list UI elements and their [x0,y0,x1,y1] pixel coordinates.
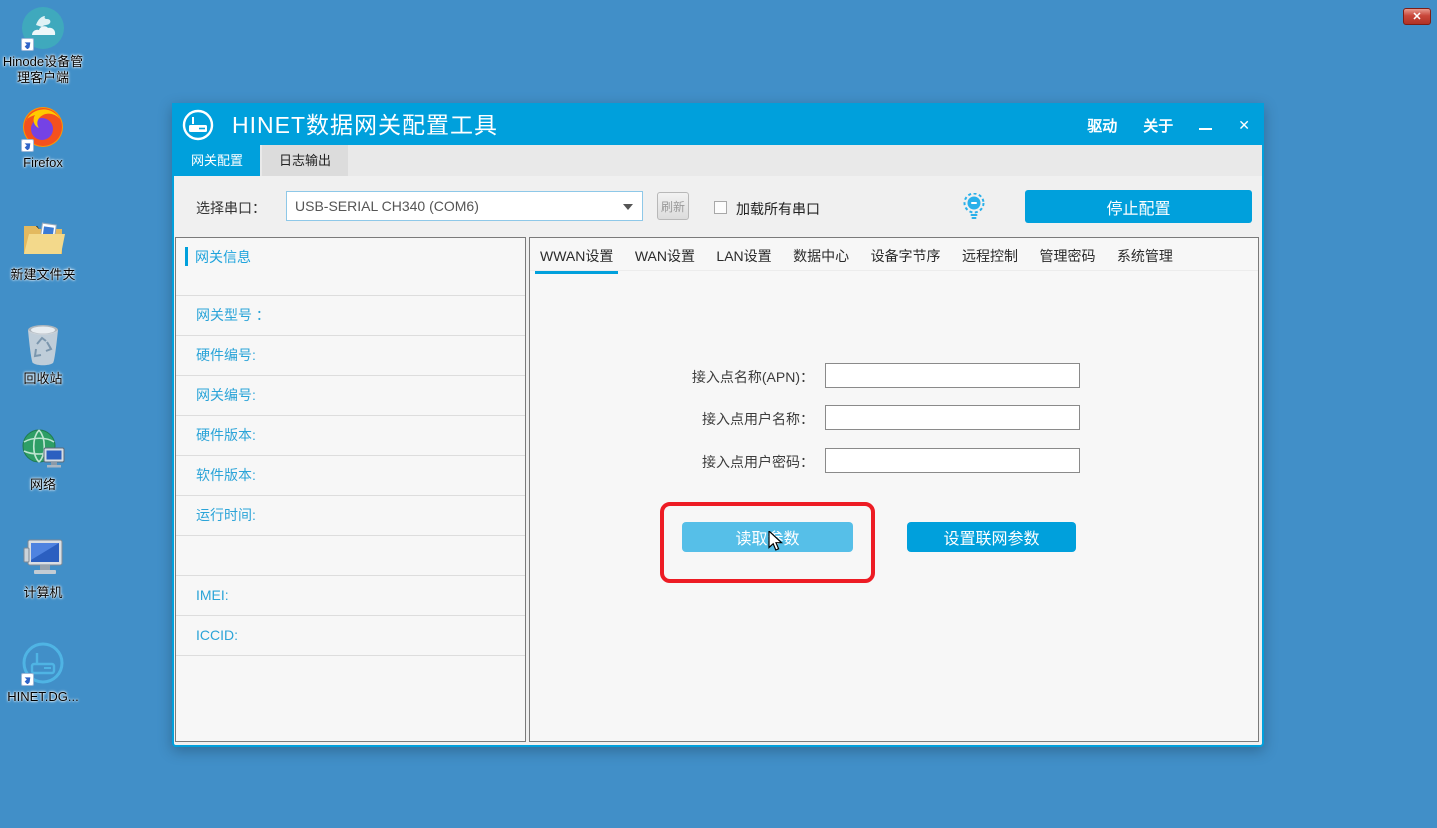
desktop-icon-new-folder[interactable]: 新建文件夹 [0,218,86,283]
info-row-hw-ver: 硬件版本: [176,415,525,455]
tab-data-center[interactable]: 数据中心 [788,244,854,274]
window-title: HINET数据网关配置工具 [232,105,498,145]
tab-wan[interactable]: WAN设置 [630,244,700,274]
desktop-icon-label: Hinode设备管理客户端 [0,54,86,86]
info-row-hw-no: 硬件编号: [176,335,525,375]
apn-password-input[interactable] [825,448,1080,473]
desktop-icon-network[interactable]: 网络 [0,428,86,493]
settings-tab-bar: WWAN设置 WAN设置 LAN设置 数据中心 设备字节序 远程控制 管理密码 … [530,238,1258,271]
desktop-icon-label: 计算机 [0,585,86,601]
info-row-sw-ver: 软件版本: [176,455,525,495]
tab-wwan[interactable]: WWAN设置 [535,244,618,274]
recycle-bin-icon [19,322,67,368]
set-network-params-button[interactable]: 设置联网参数 [907,522,1076,552]
desktop-icon-hinode-client[interactable]: Hinode设备管理客户端 [0,5,86,86]
app-window: HINET数据网关配置工具 驱动 关于 ✕ 网关配置 日志输出 选择串口： US… [172,103,1264,747]
info-row-iccid: ICCID: [176,615,525,655]
hinode-app-icon [19,5,67,51]
driver-menu[interactable]: 驱动 [1087,115,1117,136]
app-logo-icon [182,109,214,146]
info-row-gw-no: 网关编号: [176,375,525,415]
network-icon [19,428,67,474]
serial-port-label: 选择串口： [196,198,266,218]
chevron-down-icon [623,204,633,210]
titlebar: HINET数据网关配置工具 驱动 关于 ✕ [174,105,1262,145]
desktop-icon-firefox[interactable]: Firefox [0,106,86,171]
apn-username-label: 接入点用户名称： [702,409,814,429]
serial-port-select[interactable]: USB-SERIAL CH340 (COM6) [286,191,643,221]
tab-remote-control[interactable]: 远程控制 [957,244,1023,274]
computer-icon [19,536,67,582]
serial-port-value: USB-SERIAL CH340 (COM6) [295,192,479,220]
info-row-imei: IMEI: [176,575,525,615]
tab-system-management[interactable]: 系统管理 [1112,244,1178,274]
shortcut-arrow-icon [21,673,34,686]
info-row-empty [176,655,525,695]
hinet-router-icon [19,640,67,686]
desktop-icon-label: 网络 [0,477,86,493]
read-params-button[interactable]: 读取参数 [682,522,853,552]
desktop-icon-computer[interactable]: 计算机 [0,536,86,601]
desktop-icon-label: 回收站 [0,371,86,387]
apn-label: 接入点名称(APN)： [692,367,814,387]
section-marker [185,247,188,266]
hint-bulb-icon[interactable] [963,193,985,226]
apn-password-label: 接入点用户密码： [702,452,814,472]
tab-lan[interactable]: LAN设置 [711,244,776,274]
tab-log-output[interactable]: 日志输出 [262,145,348,176]
tab-admin-password[interactable]: 管理密码 [1034,244,1100,274]
info-row-uptime: 运行时间: [176,495,525,535]
desktop-icon-hinet-dg[interactable]: HINET.DG... [0,640,86,705]
info-panel-title: 网关信息 [195,247,251,267]
desktop-icon-label: 新建文件夹 [0,267,86,283]
desktop-icon-label: Firefox [0,155,86,171]
desktop-icon-label: HINET.DG... [0,689,86,705]
load-all-ports-checkbox[interactable] [714,201,727,214]
window-close-icon[interactable]: ✕ [1238,117,1250,134]
screen-close-button[interactable]: ✕ [1403,8,1431,25]
shortcut-arrow-icon [21,139,34,152]
settings-panel: WWAN设置 WAN设置 LAN设置 数据中心 设备字节序 远程控制 管理密码 … [529,237,1259,742]
stop-config-button[interactable]: 停止配置 [1025,190,1252,223]
about-menu[interactable]: 关于 [1143,115,1173,136]
apn-username-input[interactable] [825,405,1080,430]
desktop-icon-recycle-bin[interactable]: 回收站 [0,322,86,387]
info-row-spacer [176,535,525,575]
apn-input[interactable] [825,363,1080,388]
load-all-ports-label: 加载所有串口 [736,199,820,219]
firefox-icon [19,106,67,152]
folder-icon [19,218,67,264]
tab-byte-order[interactable]: 设备字节序 [866,244,946,274]
minimize-icon[interactable] [1199,128,1212,130]
refresh-button[interactable]: 刷新 [657,192,689,220]
main-tab-bar: 网关配置 日志输出 [174,145,1262,176]
gateway-info-panel: 网关信息 网关型号 ： 硬件编号: 网关编号: 硬件版本: 软件版本: 运行时间… [175,237,526,742]
tab-gateway-config[interactable]: 网关配置 [174,145,260,176]
shortcut-arrow-icon [21,38,34,51]
info-row-model: 网关型号 ： [176,295,525,335]
